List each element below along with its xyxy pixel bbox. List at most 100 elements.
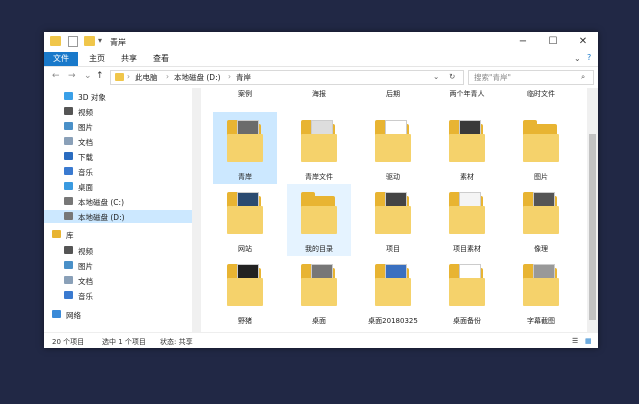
folder-label: 青岸 (238, 173, 252, 181)
library-icon (52, 230, 61, 238)
minimize-button[interactable]: − (508, 32, 538, 52)
sidebar-item-label: 图片 (78, 123, 93, 132)
folder-item[interactable]: 项目素材 (435, 184, 499, 256)
folder-label: 素材 (460, 173, 474, 181)
folder-label: 桌面20180325 (368, 317, 418, 325)
video-icon (64, 107, 73, 115)
large-icons-view-icon[interactable]: ▦ (585, 337, 592, 345)
refresh-icon[interactable]: ↻ (449, 72, 455, 81)
folder-item[interactable]: 驱动 (361, 112, 425, 184)
close-button[interactable]: ✕ (568, 32, 598, 52)
search-placeholder: 搜索"青岸" (474, 73, 511, 82)
file-list: 案例 海报 后期 两个年青人 临时文件青岸 青岸文件 驱动 素材 图片网站 我的目录 项目 项目素材 像… (201, 88, 587, 332)
folder-item[interactable]: 桌面备份 (435, 256, 499, 328)
sidebar-item[interactable]: 视频 (44, 244, 192, 257)
folder-item[interactable]: 字幕截图 (509, 256, 573, 328)
quick-access-dropdown-icon[interactable]: ▾ (98, 36, 102, 45)
sidebar-item[interactable]: 视频 (44, 105, 192, 118)
address-row: ← → ⌄ ↑ › 此电脑 › 本地磁盘 (D:) › 青岸 ⌄ ↻ 搜索"青岸… (44, 68, 598, 86)
folder-label: 字幕截图 (527, 317, 555, 325)
details-view-icon[interactable]: ☰ (572, 337, 578, 345)
maximize-button[interactable]: ☐ (538, 32, 568, 52)
navigation-pane: 3D 对象 视频 图片 文档 下载 音乐 桌面 本地磁盘 (C:) 本地磁盘 (D:) 库视频 图片… (44, 88, 192, 332)
folder-label[interactable]: 两个年青人 (435, 89, 499, 99)
sidebar-item-label: 文档 (78, 138, 93, 147)
folder-item[interactable]: 青岸文件 (287, 112, 351, 184)
search-input[interactable]: 搜索"青岸" ⌕ (468, 70, 594, 85)
scrollbar-thumb[interactable] (589, 134, 596, 320)
folder-label: 青岸文件 (305, 173, 333, 181)
sidebar-item[interactable]: 图片 (44, 120, 192, 133)
sidebar-item-label: 桌面 (78, 183, 93, 192)
folder-label[interactable]: 临时文件 (509, 89, 573, 99)
tab-home[interactable]: 主页 (84, 52, 110, 66)
sidebar-item[interactable]: 本地磁盘 (D:) (44, 210, 192, 223)
sidebar-item[interactable]: 音乐 (44, 289, 192, 302)
network-icon (52, 310, 61, 318)
folder-item[interactable]: 图片 (509, 112, 573, 184)
sidebar-item[interactable]: 3D 对象 (44, 90, 192, 103)
tab-view[interactable]: 查看 (148, 52, 174, 66)
sidebar-item[interactable]: 图片 (44, 259, 192, 272)
folder-label: 像理 (534, 245, 548, 253)
folder-item[interactable]: 像理 (509, 184, 573, 256)
folder-label: 网站 (238, 245, 252, 253)
sidebar-item-label: 库 (66, 231, 74, 240)
folder-item[interactable]: 桌面 (287, 256, 351, 328)
folder-front (301, 278, 337, 306)
back-button[interactable]: ← (52, 71, 60, 81)
folder-item[interactable]: 我的目录 (287, 184, 351, 256)
address-bar[interactable]: › 此电脑 › 本地磁盘 (D:) › 青岸 ⌄ ↻ (110, 70, 464, 85)
folder-label[interactable]: 海报 (287, 89, 351, 99)
status-bar: 20 个项目 选中 1 个项目 状态: 共享 ☰ ▦ (44, 332, 598, 348)
folder-item[interactable]: 野猪 (213, 256, 277, 328)
sidebar-item[interactable]: 网络 (44, 308, 192, 321)
sidebar-item[interactable]: 库 (44, 228, 192, 241)
tab-share[interactable]: 共享 (116, 52, 142, 66)
address-dropdown-icon[interactable]: ⌄ (433, 72, 439, 81)
sidebar-item[interactable]: 桌面 (44, 180, 192, 193)
folder-item[interactable]: 桌面20180325 (361, 256, 425, 328)
tab-file[interactable]: 文件 (44, 52, 78, 66)
folder-front (523, 134, 559, 162)
recent-locations-button[interactable]: ⌄ (84, 71, 92, 81)
up-button[interactable]: ↑ (96, 71, 104, 81)
sidebar-item-label: 3D 对象 (78, 93, 106, 102)
folder-item[interactable]: 网站 (213, 184, 277, 256)
sidebar-item[interactable]: 下载 (44, 150, 192, 163)
sidebar-item[interactable]: 文档 (44, 274, 192, 287)
folder-front (301, 206, 337, 234)
folder-label: 我的目录 (305, 245, 333, 253)
help-icon[interactable]: ? (587, 53, 591, 62)
folder-label: 项目 (386, 245, 400, 253)
content-scrollbar[interactable] (587, 88, 598, 332)
title-bar: ▾ 青岸 − ☐ ✕ (44, 32, 598, 52)
forward-button[interactable]: → (68, 71, 76, 81)
folder-front (375, 278, 411, 306)
new-folder-icon[interactable] (84, 36, 95, 46)
breadcrumb-this-pc[interactable]: 此电脑 (135, 72, 158, 83)
folder-front (301, 134, 337, 162)
folder-front (375, 206, 411, 234)
folder-label: 驱动 (386, 173, 400, 181)
folder-label[interactable]: 后期 (361, 89, 425, 99)
folder-icon (50, 36, 61, 46)
window-title: 青岸 (110, 38, 126, 47)
sidebar-item[interactable]: 音乐 (44, 165, 192, 178)
breadcrumb-drive-d[interactable]: 本地磁盘 (D:) (174, 72, 221, 83)
navigation-scrollbar[interactable] (192, 88, 201, 332)
folder-item[interactable]: 素材 (435, 112, 499, 184)
video-icon (64, 246, 73, 254)
drive-icon (64, 197, 73, 205)
sidebar-item[interactable]: 文档 (44, 135, 192, 148)
sidebar-item-label: 本地磁盘 (C:) (78, 198, 124, 207)
item-count: 20 个项目 (52, 338, 85, 346)
sidebar-item[interactable]: 本地磁盘 (C:) (44, 195, 192, 208)
folder-item[interactable]: 项目 (361, 184, 425, 256)
folder-front (227, 134, 263, 162)
breadcrumb-qingan[interactable]: 青岸 (236, 72, 251, 83)
properties-icon[interactable] (68, 36, 78, 47)
folder-label[interactable]: 案例 (213, 89, 277, 99)
ribbon-expand-icon[interactable]: ⌄ (574, 54, 581, 63)
folder-item[interactable]: 青岸 (213, 112, 277, 184)
